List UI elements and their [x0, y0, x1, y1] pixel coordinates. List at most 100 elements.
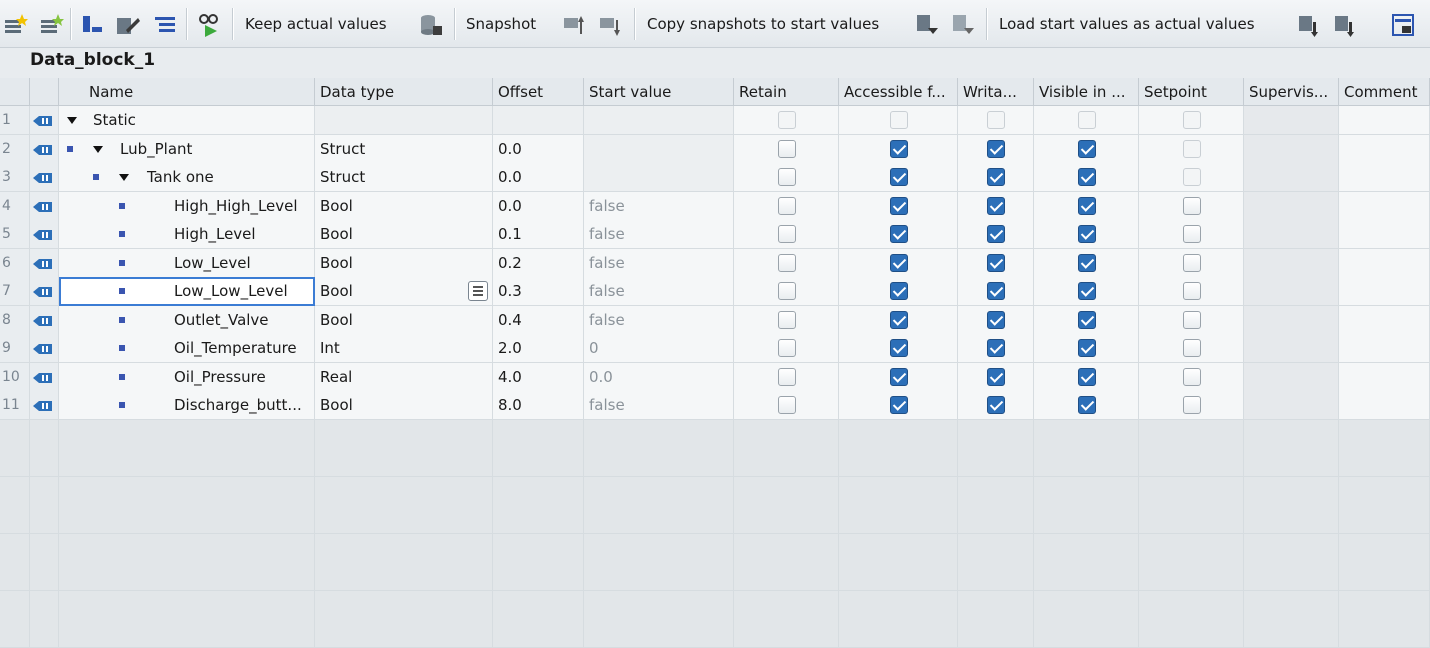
checkbox-checked[interactable]	[987, 367, 1005, 386]
snapshot-to-start-icon[interactable]	[598, 12, 624, 38]
checkbox-checked[interactable]	[889, 225, 908, 243]
checkbox-unchecked[interactable]	[1182, 225, 1201, 243]
checkbox-checked[interactable]	[987, 139, 1005, 158]
row-name-cell[interactable]: Outlet_Valve	[59, 305, 315, 335]
row-set-cell[interactable]	[1139, 191, 1244, 221]
header-comment[interactable]: Comment	[1339, 78, 1430, 106]
row-vis-cell[interactable]	[1034, 134, 1139, 164]
row-sup-cell[interactable]	[1244, 305, 1339, 335]
header-supervision[interactable]: Supervis...	[1244, 78, 1339, 106]
row-interface-cell[interactable]	[30, 305, 59, 335]
checkbox-unchecked[interactable]	[777, 282, 796, 300]
row-com-cell[interactable]	[1339, 305, 1430, 335]
checkbox-unchecked[interactable]	[777, 139, 796, 158]
checkbox-checked[interactable]	[987, 310, 1005, 329]
row-sup-cell[interactable]	[1244, 248, 1339, 278]
row-data-type[interactable]: Bool	[315, 191, 493, 221]
row-set-cell[interactable]	[1139, 277, 1244, 306]
row-com-cell[interactable]	[1339, 134, 1430, 164]
row-acc-cell[interactable]	[839, 277, 958, 306]
checkbox-checked[interactable]	[889, 168, 908, 186]
row-com-cell[interactable]	[1339, 391, 1430, 420]
checkbox-unchecked[interactable]	[1182, 282, 1201, 300]
row-retain-cell[interactable]	[734, 106, 839, 135]
copy-snapshots-button[interactable]: Copy snapshots to start values	[647, 15, 879, 33]
checkbox-checked[interactable]	[889, 310, 908, 329]
row-name-cell[interactable]: Lub_Plant	[59, 134, 315, 164]
checkbox-unchecked[interactable]	[777, 396, 796, 414]
checkbox-checked[interactable]	[1077, 396, 1096, 414]
checkbox-unchecked[interactable]	[777, 111, 796, 129]
load-start-values-button[interactable]: Load start values as actual values	[999, 15, 1255, 33]
checkbox-checked[interactable]	[987, 282, 1005, 300]
checkbox-checked[interactable]	[1077, 196, 1096, 215]
row-data-type[interactable]: Real	[315, 362, 493, 392]
row-start-value[interactable]: false	[584, 191, 734, 221]
checkbox-checked[interactable]	[1077, 253, 1096, 272]
row-wri-cell[interactable]	[958, 134, 1034, 164]
checkbox-checked[interactable]	[889, 367, 908, 386]
checkbox-unchecked[interactable]	[777, 196, 796, 215]
checkbox-checked[interactable]	[889, 253, 908, 272]
checkbox-unchecked[interactable]	[777, 339, 796, 357]
header-name[interactable]: Name	[59, 78, 315, 106]
row-wri-cell[interactable]	[958, 191, 1034, 221]
load-icon[interactable]	[1296, 12, 1322, 38]
row-retain-cell[interactable]	[734, 220, 839, 249]
checkbox-unchecked[interactable]	[1182, 396, 1201, 414]
row-com-cell[interactable]	[1339, 220, 1430, 249]
row-acc-cell[interactable]	[839, 362, 958, 392]
checkbox-checked[interactable]	[889, 282, 908, 300]
checkbox-unchecked[interactable]	[1182, 310, 1201, 329]
row-com-cell[interactable]	[1339, 334, 1430, 363]
row-acc-cell[interactable]	[839, 334, 958, 363]
checkbox-checked[interactable]	[889, 339, 908, 357]
row-vis-cell[interactable]	[1034, 220, 1139, 249]
row-vis-cell[interactable]	[1034, 277, 1139, 306]
row-set-cell[interactable]	[1139, 134, 1244, 164]
row-data-type[interactable]	[315, 106, 493, 135]
copy-icon[interactable]	[914, 12, 940, 38]
row-name-cell[interactable]: Oil_Pressure	[59, 362, 315, 392]
row-retain-cell[interactable]	[734, 305, 839, 335]
checkbox-unchecked[interactable]	[1182, 339, 1201, 357]
row-set-cell[interactable]	[1139, 106, 1244, 135]
row-vis-cell[interactable]	[1034, 163, 1139, 192]
row-wri-cell[interactable]	[958, 305, 1034, 335]
row-set-cell[interactable]	[1139, 334, 1244, 363]
header-visible[interactable]: Visible in ...	[1034, 78, 1139, 106]
row-set-cell[interactable]	[1139, 305, 1244, 335]
checkbox-checked[interactable]	[987, 168, 1005, 186]
row-interface-cell[interactable]	[30, 277, 59, 306]
row-data-type[interactable]: Struct	[315, 163, 493, 192]
row-start-value[interactable]: 0	[584, 334, 734, 363]
row-retain-cell[interactable]	[734, 163, 839, 192]
database-icon[interactable]	[418, 12, 444, 38]
row-vis-cell[interactable]	[1034, 248, 1139, 278]
row-sup-cell[interactable]	[1244, 362, 1339, 392]
row-name-cell[interactable]: Low_Level	[59, 248, 315, 278]
header-data-type[interactable]: Data type	[315, 78, 493, 106]
checkbox-unchecked[interactable]	[987, 111, 1005, 129]
row-vis-cell[interactable]	[1034, 391, 1139, 420]
row-wri-cell[interactable]	[958, 362, 1034, 392]
row-acc-cell[interactable]	[839, 191, 958, 221]
row-vis-cell[interactable]	[1034, 305, 1139, 335]
checkbox-checked[interactable]	[987, 339, 1005, 357]
row-wri-cell[interactable]	[958, 220, 1034, 249]
row-interface-cell[interactable]	[30, 334, 59, 363]
row-retain-cell[interactable]	[734, 334, 839, 363]
row-interface-cell[interactable]	[30, 163, 59, 192]
row-acc-cell[interactable]	[839, 106, 958, 135]
checkbox-unchecked[interactable]	[777, 310, 796, 329]
checkbox-checked[interactable]	[1077, 282, 1096, 300]
row-name-cell[interactable]: High_Level	[59, 220, 315, 249]
row-retain-cell[interactable]	[734, 191, 839, 221]
row-com-cell[interactable]	[1339, 106, 1430, 135]
row-start-value[interactable]	[584, 106, 734, 135]
row-wri-cell[interactable]	[958, 334, 1034, 363]
checkbox-checked[interactable]	[987, 225, 1005, 243]
row-start-value[interactable]: false	[584, 277, 734, 306]
row-interface-cell[interactable]	[30, 106, 59, 135]
checkbox-unchecked[interactable]	[1182, 367, 1201, 386]
